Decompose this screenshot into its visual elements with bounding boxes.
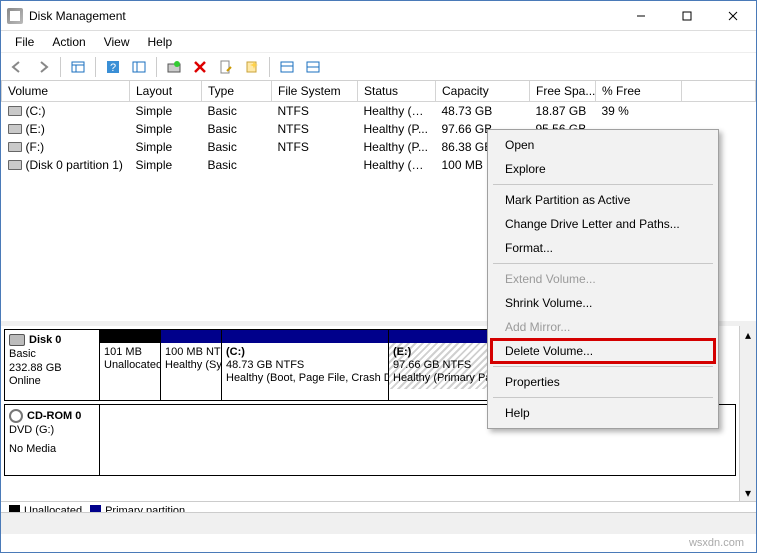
close-button[interactable] [710,1,756,31]
help-icon[interactable]: ? [101,56,125,78]
title-bar: Disk Management [1,1,756,31]
cd-icon [9,409,23,423]
disk-icon [9,334,25,346]
ctx-separator [493,397,713,398]
col-filesystem[interactable]: File System [272,81,358,102]
status-bar [1,512,756,534]
col-layout[interactable]: Layout [130,81,202,102]
ctx-open[interactable]: Open [491,133,715,157]
graphical-view-icon[interactable] [301,56,325,78]
col-capacity[interactable]: Capacity [436,81,530,102]
ctx-add-mirror: Add Mirror... [491,315,715,339]
drive-icon [8,142,22,152]
scroll-down-icon[interactable]: ▾ [740,484,756,501]
refresh-icon[interactable] [162,56,186,78]
maximize-button[interactable] [664,1,710,31]
ctx-separator [493,184,713,185]
partition-block[interactable]: 100 MB NTFSHealthy (System, Active) [160,329,222,401]
partition-block[interactable]: 101 MBUnallocated [99,329,161,401]
drive-icon [8,106,22,116]
col-volume[interactable]: Volume [2,81,130,102]
col-type[interactable]: Type [202,81,272,102]
ctx-format[interactable]: Format... [491,236,715,260]
watermark: wsxdn.com [689,537,744,549]
ctx-mark-active[interactable]: Mark Partition as Active [491,188,715,212]
ctx-shrink[interactable]: Shrink Volume... [491,291,715,315]
drive-icon [8,160,22,170]
scroll-up-icon[interactable]: ▴ [740,326,756,343]
menu-view[interactable]: View [96,33,138,51]
ctx-separator [493,366,713,367]
ctx-change-letter[interactable]: Change Drive Letter and Paths... [491,212,715,236]
cdrom-info[interactable]: CD-ROM 0 DVD (G:) No Media [4,404,100,476]
ctx-explore[interactable]: Explore [491,157,715,181]
col-status[interactable]: Status [358,81,436,102]
delete-icon[interactable] [188,56,212,78]
ctx-extend: Extend Volume... [491,267,715,291]
menu-bar: File Action View Help [1,31,756,53]
menu-action[interactable]: Action [44,33,93,51]
disk-0-info[interactable]: Disk 0 Basic 232.88 GB Online [4,329,100,401]
svg-text:?: ? [110,62,116,74]
show-hide-button[interactable] [66,56,90,78]
drive-icon [8,124,22,134]
minimize-button[interactable] [618,1,664,31]
toolbar: ? [1,53,756,81]
table-row[interactable]: (C:)SimpleBasicNTFSHealthy (B...48.73 GB… [2,102,756,121]
partition-block[interactable]: (C:)48.73 GB NTFSHealthy (Boot, Page Fil… [221,329,389,401]
properties-icon[interactable] [214,56,238,78]
menu-help[interactable]: Help [140,33,181,51]
app-icon [7,8,23,24]
context-menu: Open Explore Mark Partition as Active Ch… [487,129,719,429]
ctx-properties[interactable]: Properties [491,370,715,394]
column-headers[interactable]: Volume Layout Type File System Status Ca… [2,81,756,102]
col-pctfree[interactable]: % Free [596,81,682,102]
graphical-scrollbar[interactable]: ▴ ▾ [739,326,756,501]
list-view-icon[interactable] [275,56,299,78]
back-button[interactable] [5,56,29,78]
col-free[interactable]: Free Spa... [530,81,596,102]
ctx-help[interactable]: Help [491,401,715,425]
menu-file[interactable]: File [7,33,42,51]
new-icon[interactable] [240,56,264,78]
window-title: Disk Management [29,9,126,23]
settings-icon[interactable] [127,56,151,78]
forward-button[interactable] [31,56,55,78]
ctx-delete-volume[interactable]: Delete Volume... [490,338,716,364]
ctx-separator [493,263,713,264]
